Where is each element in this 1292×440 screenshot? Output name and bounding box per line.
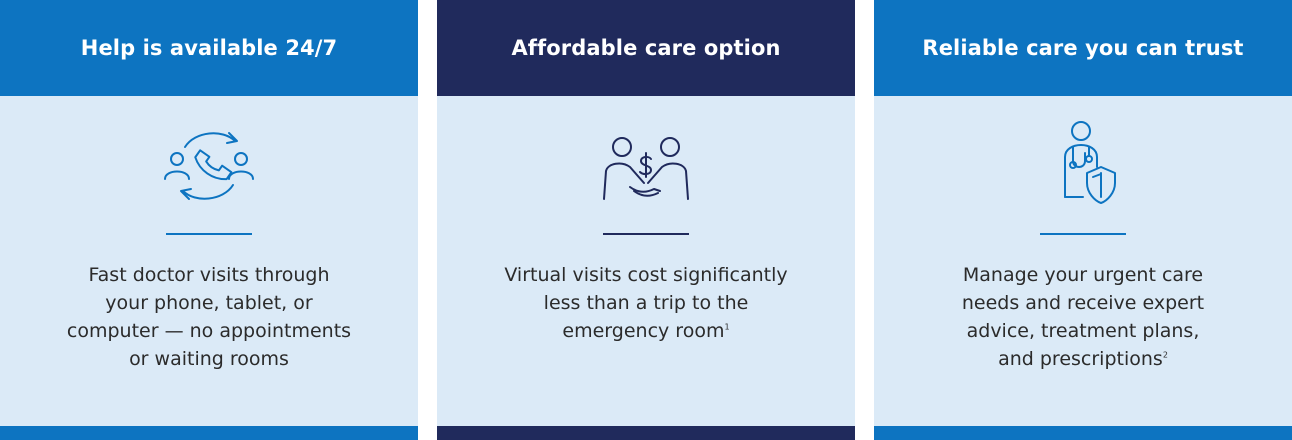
description-line: less than a trip to the [543, 292, 749, 314]
card-title: Reliable care you can trust [874, 0, 1292, 96]
description-line: or waiting rooms [129, 348, 289, 370]
description-line: needs and receive expert [961, 292, 1205, 314]
description-line: and prescriptions2 [913, 345, 1253, 373]
description-line: computer — no appointments [66, 320, 352, 342]
divider [166, 233, 252, 235]
card-footer-bar [0, 426, 418, 440]
feature-card-reliable: Reliable care you can trust Manage your … [874, 0, 1292, 440]
footnote-marker: 2 [1162, 350, 1168, 360]
card-description: Manage your urgent care needs and receiv… [913, 261, 1253, 373]
description-line: Manage your urgent care [962, 264, 1204, 286]
description-line-text: and prescriptions [998, 348, 1163, 370]
divider [603, 233, 689, 235]
card-description: Virtual visits cost significantly less t… [476, 261, 816, 345]
description-line: emergency room1 [476, 317, 816, 345]
feature-card-availability: Help is available 24/7 Fast doctor visit… [0, 0, 418, 440]
handshake-dollar-icon [591, 120, 701, 212]
description-line: advice, treatment plans, [966, 320, 1200, 342]
divider [1040, 233, 1126, 235]
card-footer-bar [874, 426, 1292, 440]
card-description: Fast doctor visits through your phone, t… [39, 261, 379, 373]
doctor-shield-icon [1028, 120, 1138, 212]
card-title: Affordable care option [437, 0, 855, 96]
phone-support-cycle-icon [154, 120, 264, 212]
description-line-text: emergency room [562, 320, 725, 342]
description-line: Fast doctor visits through [88, 264, 330, 286]
feature-card-affordable: Affordable care option Virtual visits co… [437, 0, 855, 440]
description-line: Virtual visits cost significantly [504, 264, 788, 286]
footnote-marker: 1 [724, 322, 730, 332]
card-footer-bar [437, 426, 855, 440]
card-title: Help is available 24/7 [0, 0, 418, 96]
description-line: your phone, tablet, or [105, 292, 313, 314]
